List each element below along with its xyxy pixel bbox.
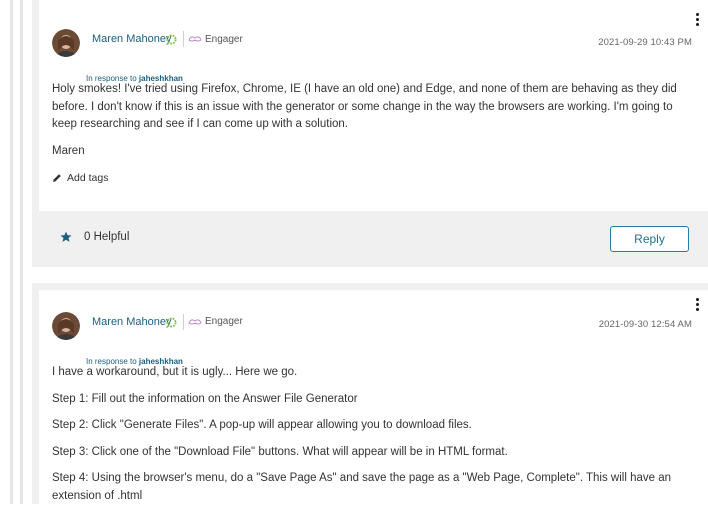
avatar[interactable] <box>52 29 80 57</box>
rank-progress-icon <box>166 317 177 328</box>
post-timestamp: 2021-09-30 12:54 AM <box>598 319 692 330</box>
engager-rank-icon <box>188 36 202 42</box>
reply-card-body: Maren Mahoney Engager 2021-09-30 12:54 A… <box>39 290 708 504</box>
add-tags-button[interactable]: Add tags <box>52 172 108 184</box>
author-name[interactable]: Maren Mahoney <box>92 316 172 328</box>
pencil-icon <box>53 174 61 182</box>
author-name[interactable]: Maren Mahoney <box>92 33 172 45</box>
more-options-icon[interactable] <box>696 13 700 26</box>
post-paragraph: I have a workaround, but it is ugly... H… <box>52 366 298 378</box>
rank-label: Engager <box>205 34 243 45</box>
helpful-button[interactable]: 0 Helpful <box>60 231 129 243</box>
rank-progress-icon <box>166 34 177 45</box>
engager-rank-icon <box>188 319 202 325</box>
post-paragraph: Step 1: Fill out the information on the … <box>52 392 358 405</box>
post-body: Holy smokes! I've tried using Firefox, C… <box>52 81 694 160</box>
rank-label: Engager <box>205 316 243 327</box>
add-tags-label: Add tags <box>67 172 109 184</box>
post-timestamp: 2021-09-29 10:43 PM <box>598 37 692 48</box>
divider <box>183 31 184 47</box>
star-icon <box>60 231 72 242</box>
helpful-count: 0 Helpful <box>84 231 130 243</box>
avatar[interactable] <box>52 312 80 340</box>
thread-line <box>20 0 23 504</box>
post-paragraph: Step 3: Click one of the "Download File"… <box>52 445 508 458</box>
reply-card: Maren Mahoney Engager 2021-09-30 12:54 A… <box>32 283 708 504</box>
post-paragraph: Step 2: Click "Generate Files". A pop-up… <box>52 419 472 431</box>
reply-button[interactable]: Reply <box>610 226 689 252</box>
thread-line <box>10 0 13 504</box>
post-body: I have a workaround, but it is ugly... H… <box>52 364 694 505</box>
reply-card-footer: 0 Helpful Reply <box>32 211 708 267</box>
divider <box>183 314 184 330</box>
post-paragraph: Step 4: Using the browser's menu, do a "… <box>52 472 672 502</box>
post-signature: Maren <box>52 144 85 157</box>
reply-card: Maren Mahoney Engager 2021-09-29 10:43 P… <box>32 0 708 267</box>
more-options-icon[interactable] <box>696 298 700 311</box>
post-paragraph: Holy smokes! I've tried using Firefox, C… <box>52 83 677 130</box>
reply-card-body: Maren Mahoney Engager 2021-09-29 10:43 P… <box>39 0 708 211</box>
